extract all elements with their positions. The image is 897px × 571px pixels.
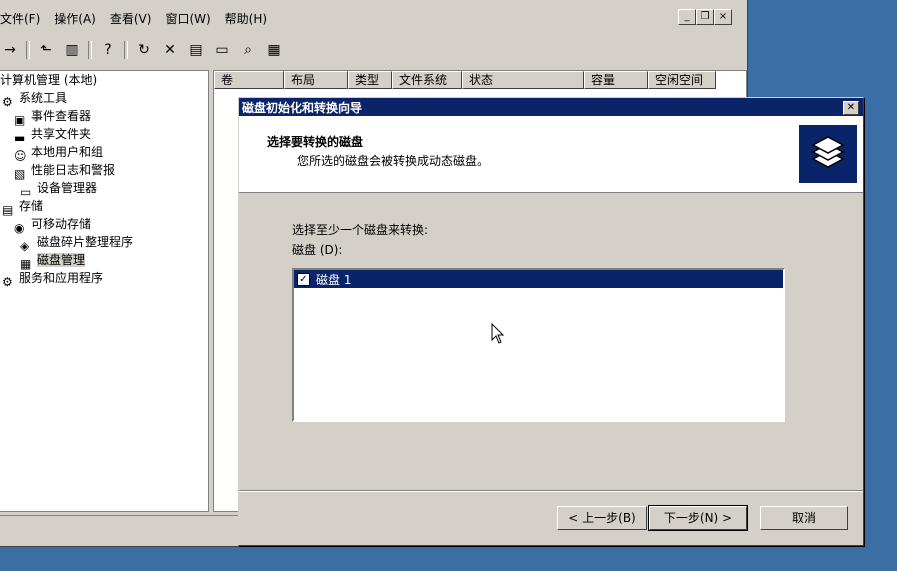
- cancel-button[interactable]: 取消: [760, 506, 848, 530]
- up-folder-icon[interactable]: ⬑: [36, 41, 56, 59]
- menu-file[interactable]: 文件(F): [0, 10, 40, 27]
- performance-icon: ▧: [14, 166, 26, 181]
- tree-item-performance-logs[interactable]: ▧ 性能日志和警报: [0, 161, 208, 181]
- col-type[interactable]: 类型: [348, 71, 392, 89]
- menu-help[interactable]: 帮助(H): [225, 10, 267, 27]
- toolbar-separator: [88, 41, 92, 59]
- menu-view[interactable]: 查看(V): [110, 10, 152, 27]
- wizard-header: 选择要转换的磁盘 您所选的磁盘会被转换成动态磁盘。: [239, 116, 863, 193]
- tree-item-system-tools[interactable]: ⚙ 系统工具: [0, 89, 208, 109]
- show-hide-tree-icon[interactable]: ▥: [62, 41, 82, 59]
- open-folder-icon[interactable]: ▭: [212, 41, 232, 59]
- tree-item-services-apps[interactable]: ⚙ 服务和应用程序: [0, 269, 208, 289]
- wizard-header-subtitle: 您所选的磁盘会被转换成动态磁盘。: [297, 154, 490, 168]
- menu-window[interactable]: 窗口(W): [165, 10, 210, 27]
- help-icon[interactable]: ?: [98, 41, 118, 59]
- dialog-titlebar[interactable]: 磁盘初始化和转换向导 ✕: [239, 98, 863, 116]
- col-volume[interactable]: 卷: [214, 71, 284, 89]
- disk-icon[interactable]: ▦: [264, 41, 284, 59]
- tree-root[interactable]: 计算机管理 (本地): [0, 71, 208, 89]
- tree-item-event-viewer[interactable]: ▣ 事件查看器: [0, 107, 208, 127]
- dialog-close-button[interactable]: ✕: [843, 101, 859, 115]
- restore-button[interactable]: ❐: [696, 9, 714, 25]
- tree-item-shared-folders[interactable]: ▬ 共享文件夹: [0, 125, 208, 145]
- forward-icon[interactable]: →: [0, 41, 20, 59]
- delete-icon[interactable]: ✕: [160, 41, 180, 59]
- column-headers: 卷 布局 类型 文件系统 状态 容量 空闲空间: [214, 71, 746, 89]
- search-icon[interactable]: ⌕: [238, 41, 258, 59]
- menu-action[interactable]: 操作(A): [54, 10, 96, 27]
- refresh-icon[interactable]: ↻: [134, 41, 154, 59]
- next-button[interactable]: 下一步(N) >: [648, 505, 748, 531]
- device-manager-icon: ▭: [20, 184, 32, 199]
- properties-icon[interactable]: ▤: [186, 41, 206, 59]
- disk-management-icon: ▦: [20, 256, 32, 271]
- storage-icon: ▤: [2, 202, 14, 217]
- dialog-title: 磁盘初始化和转换向导: [242, 100, 363, 115]
- disk-list-item[interactable]: ✓ 磁盘 1: [294, 270, 783, 288]
- services-icon: ⚙: [2, 274, 13, 289]
- toolbar-separator: [26, 41, 30, 59]
- disk-conversion-wizard-dialog: 磁盘初始化和转换向导 ✕ 选择要转换的磁盘 您所选的磁盘会被转换成动态磁盘。 选…: [238, 97, 864, 546]
- instruction-text: 选择至少一个磁盘来转换:: [292, 223, 429, 237]
- event-viewer-icon: ▣: [14, 112, 26, 127]
- folder-icon: ▬: [14, 130, 26, 145]
- tree-item-local-users[interactable]: ☺ 本地用户和组: [0, 143, 208, 163]
- console-tree: 计算机管理 (本地) ⚙ 系统工具 ▣ 事件查看器 ▬ 共享文件夹 ☺ 本地用户和组 ▧…: [0, 70, 209, 512]
- tree-item-removable-storage[interactable]: ◉ 可移动存储: [0, 215, 208, 235]
- mdi-window-buttons: _ ❐ ×: [678, 9, 732, 25]
- close-button[interactable]: ×: [714, 9, 732, 25]
- tree-item-disk-defragmenter[interactable]: ◈ 磁盘碎片整理程序: [0, 233, 208, 253]
- menu-bar: 文件(F) 操作(A) 查看(V) 窗口(W) 帮助(H): [0, 8, 281, 28]
- tree-item-device-manager[interactable]: ▭ 设备管理器: [0, 179, 208, 199]
- col-layout[interactable]: 布局: [284, 71, 348, 89]
- tools-icon: ⚙: [2, 94, 13, 109]
- minimize-button[interactable]: _: [678, 9, 696, 25]
- back-button[interactable]: < 上一步(B): [557, 506, 647, 530]
- toolbar: → ⬑ ▥ ? ↻ ✕ ▤ ▭ ⌕ ▦: [0, 38, 284, 62]
- col-free-space[interactable]: 空闲空间: [648, 71, 716, 89]
- tree-item-storage[interactable]: ▤ 存储: [0, 197, 208, 217]
- col-filesystem[interactable]: 文件系统: [392, 71, 462, 89]
- mouse-pointer-icon: [491, 322, 505, 348]
- removable-storage-icon: ◉: [14, 220, 25, 235]
- disk-list-label: 磁盘 (D):: [292, 243, 343, 257]
- disk-listbox[interactable]: ✓ 磁盘 1: [292, 268, 785, 422]
- tree-item-disk-management[interactable]: ▦ 磁盘管理: [0, 251, 208, 271]
- disk-checkbox[interactable]: ✓: [297, 272, 310, 286]
- defragmenter-icon: ◈: [20, 238, 30, 253]
- toolbar-separator: [124, 41, 128, 59]
- wizard-header-title: 选择要转换的磁盘: [267, 135, 364, 149]
- col-status[interactable]: 状态: [462, 71, 584, 89]
- users-icon: ☺: [14, 148, 27, 163]
- button-separator: [239, 490, 863, 492]
- disk-stack-icon: [799, 125, 857, 183]
- col-capacity[interactable]: 容量: [584, 71, 648, 89]
- disk-item-label: 磁盘 1: [316, 272, 352, 287]
